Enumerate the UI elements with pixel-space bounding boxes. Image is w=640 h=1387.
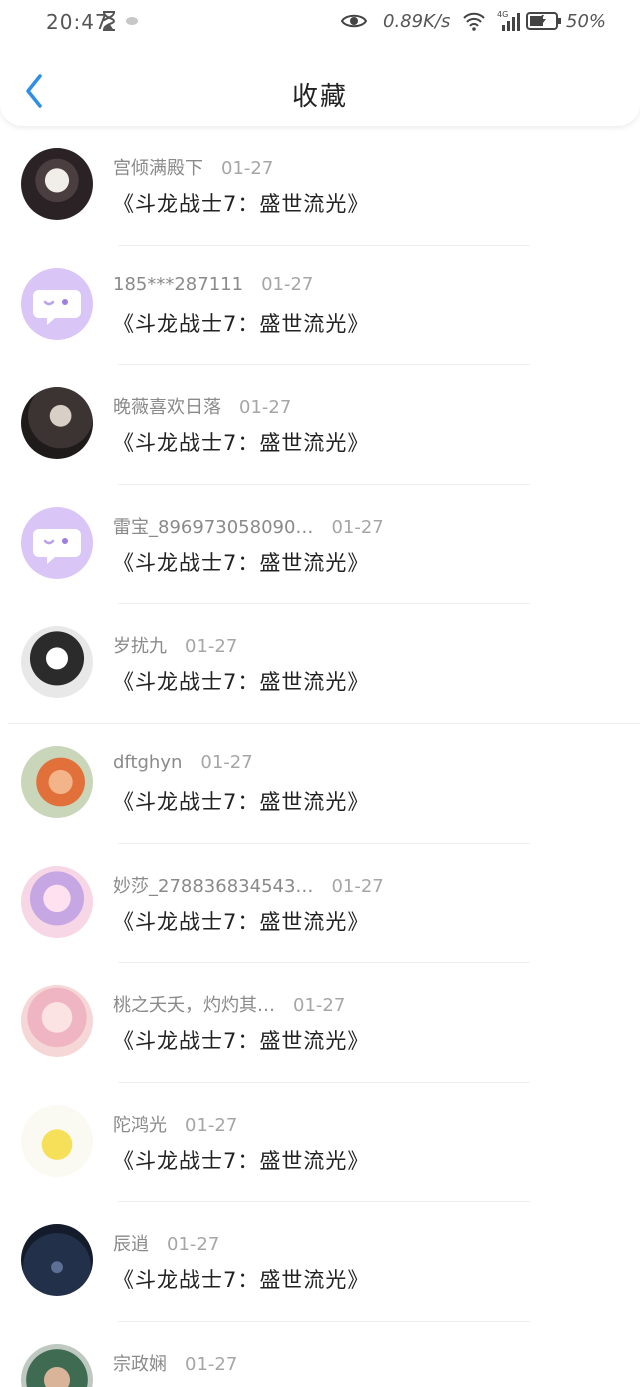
network-type-label: 4G [497, 10, 508, 19]
book-title: 《斗龙战士7：盛世流光》 [113, 789, 370, 814]
avatar[interactable] [21, 1343, 93, 1387]
item-date: 01-27 [185, 1114, 238, 1136]
avatar[interactable] [21, 267, 93, 340]
item-date: 01-27 [167, 1234, 220, 1256]
avatar[interactable] [21, 1224, 93, 1297]
eye-icon [341, 14, 367, 28]
avatar[interactable] [21, 865, 93, 938]
book-title: 《斗龙战士7：盛世流光》 [113, 1148, 370, 1173]
book-title: 《斗龙战士7：盛世流光》 [113, 192, 370, 216]
book-title: 《斗龙战士7：盛世流光》 [113, 550, 370, 575]
list-item[interactable]: dftghyn 01-27 《斗龙战士7：盛世流光》 [0, 724, 640, 844]
item-date: 01-27 [200, 751, 253, 773]
book-title: 《斗龙战士7：盛世流光》 [113, 1029, 370, 1054]
list-item[interactable]: 辰逍 01-27 《斗龙战士7：盛世流光》 [0, 1202, 640, 1322]
book-title: 《斗龙战士7：盛世流光》 [113, 909, 370, 934]
wifi-icon [463, 12, 485, 31]
favorites-list: 宫倾满殿下 01-27 《斗龙战士7：盛世流光》 185***287111 01-2… [0, 126, 640, 1387]
user-name: 宫倾满殿下 [113, 158, 203, 179]
app-header: 20:47 0.89K/s 4G 50% 收藏 [0, 0, 640, 126]
list-item[interactable]: 妙莎_278836834543… 01-27 《斗龙战士7：盛世流光》 [0, 844, 640, 964]
avatar[interactable] [21, 626, 93, 699]
user-name: 辰逍 [113, 1234, 149, 1256]
list-item[interactable]: 宗政娴 01-27 [0, 1322, 640, 1387]
user-name: 桃之夭夭，灼灼其… [113, 995, 275, 1017]
list-item[interactable]: 桃之夭夭，灼灼其… 01-27 《斗龙战士7：盛世流光》 [0, 963, 640, 1083]
user-name: 岁扰九 [113, 636, 167, 658]
list-item[interactable]: 晚薇喜欢日落 01-27 《斗龙战士7：盛世流光》 [0, 365, 640, 485]
list-item[interactable]: 185***287111 01-27 《斗龙战士7：盛世流光》 [0, 246, 640, 366]
list-item[interactable]: 宫倾满殿下 01-27 《斗龙战士7：盛世流光》 [0, 126, 640, 246]
battery-percent: 50% [566, 11, 607, 32]
page-title: 收藏 [291, 82, 348, 112]
user-name: dftghyn [113, 751, 183, 773]
cloud-icon [126, 17, 138, 25]
book-title: 《斗龙战士7：盛世流光》 [113, 311, 370, 336]
battery-icon [526, 12, 561, 30]
user-name: 宗政娴 [113, 1353, 167, 1375]
avatar[interactable] [21, 985, 93, 1058]
user-name: 185***287111 [113, 273, 244, 295]
book-title: 《斗龙战士7：盛世流光》 [113, 670, 370, 695]
user-name: 妙莎_278836834543… [113, 875, 314, 897]
avatar[interactable] [21, 506, 93, 579]
avatar[interactable] [21, 148, 93, 220]
user-name: 雷宝_896973058090… [113, 516, 314, 538]
chat-bubble-icon [33, 528, 81, 564]
hourglass-icon [103, 11, 116, 31]
signal-icon: 4G [497, 10, 520, 31]
status-time: 20:47 [46, 10, 109, 34]
book-title: 《斗龙战士7：盛世流光》 [113, 431, 370, 456]
network-speed: 0.89K/s [383, 11, 451, 32]
item-date: 01-27 [239, 397, 292, 419]
item-date: 01-27 [261, 273, 314, 295]
list-item[interactable]: 陀鸿光 01-27 《斗龙战士7：盛世流光》 [0, 1083, 640, 1203]
avatar[interactable] [21, 387, 93, 460]
item-date: 01-27 [185, 1353, 238, 1375]
item-date: 01-27 [331, 516, 384, 538]
avatar[interactable] [21, 1104, 93, 1177]
list-item[interactable]: 岁扰九 01-27 《斗龙战士7：盛世流光》 [0, 604, 640, 724]
user-name: 陀鸿光 [113, 1114, 167, 1136]
user-name: 晚薇喜欢日落 [113, 397, 221, 419]
avatar[interactable] [21, 745, 93, 818]
item-date: 01-27 [185, 636, 238, 658]
item-date: 01-27 [331, 875, 384, 897]
chat-bubble-icon [33, 289, 81, 325]
list-item[interactable]: 雷宝_896973058090… 01-27 《斗龙战士7：盛世流光》 [0, 485, 640, 605]
status-bar: 20:47 0.89K/s 4G 50% [0, 0, 640, 48]
book-title: 《斗龙战士7：盛世流光》 [113, 1268, 370, 1293]
item-date: 01-27 [293, 995, 346, 1017]
item-date: 01-27 [221, 158, 274, 179]
